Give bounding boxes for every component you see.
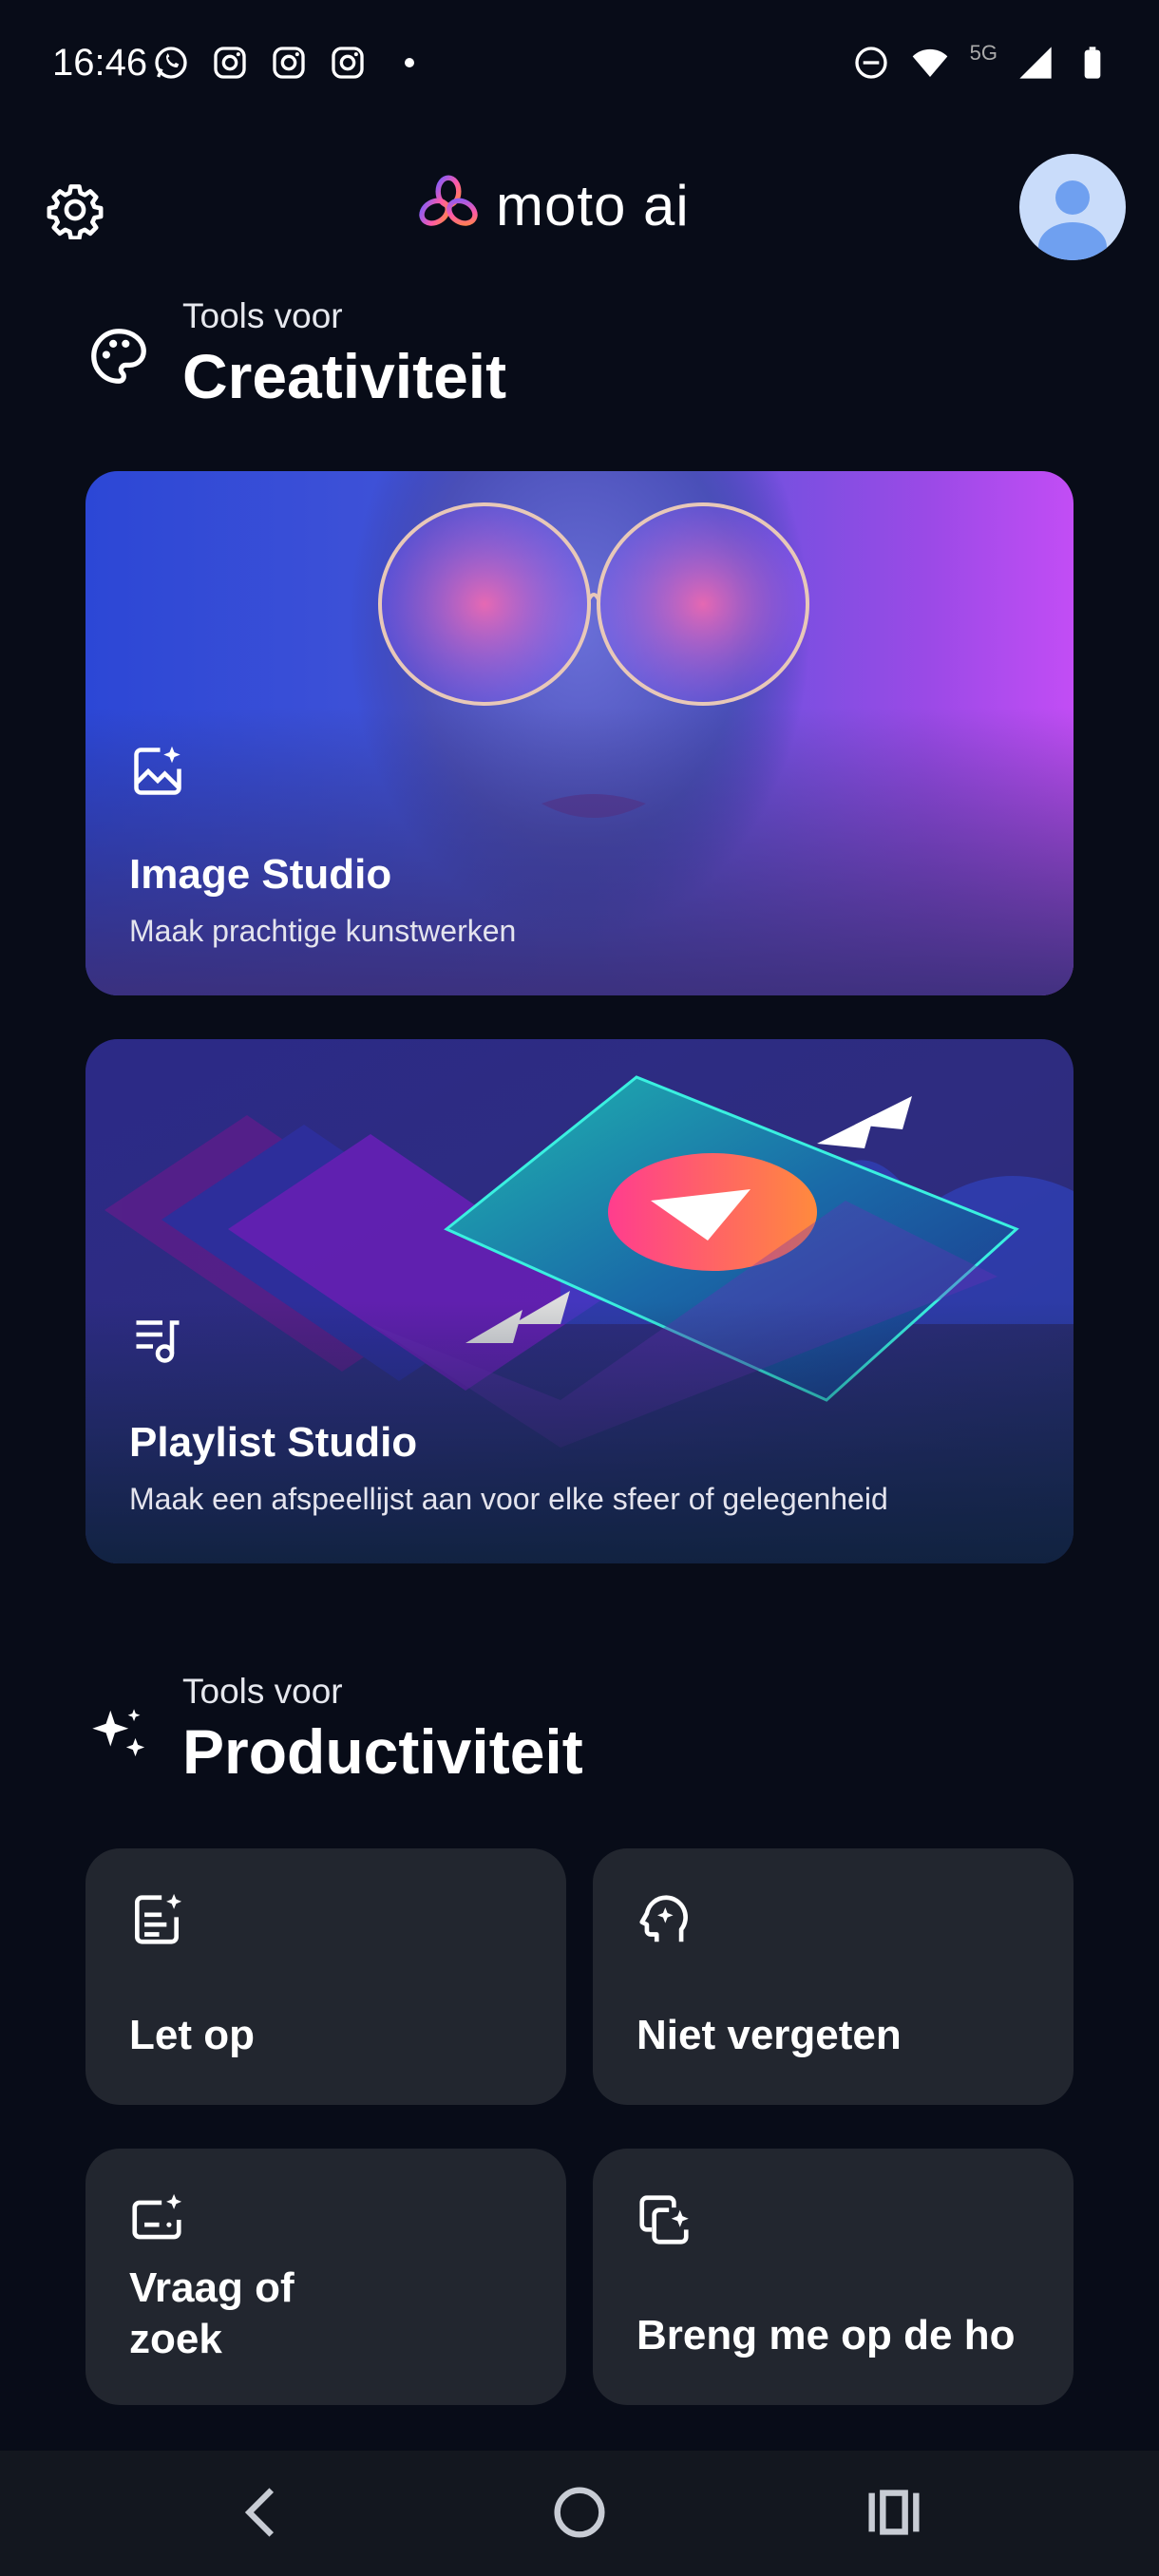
home-icon[interactable] (546, 2479, 613, 2546)
moto-ai-logo-icon (419, 175, 478, 226)
back-icon[interactable] (230, 2479, 296, 2546)
playlist-studio-card[interactable]: Playlist Studio Maak een afspeellijst aa… (86, 1039, 1074, 1563)
note-sparkle-icon (135, 1893, 182, 1944)
navigation-bar (0, 2451, 1159, 2576)
section-title: Creativiteit (182, 341, 507, 411)
notification-icons (152, 44, 414, 82)
status-bar: 16:46 5G (0, 0, 1159, 123)
recents-icon[interactable] (861, 2479, 927, 2546)
let-op-tile[interactable]: Let op (86, 1848, 566, 2105)
sparkles-icon (92, 1709, 145, 1757)
card-title: Playlist Studio (129, 1419, 418, 1466)
card-title: Image Studio (129, 851, 392, 898)
image-studio-card[interactable]: Image Studio Maak prachtige kunstwerken (86, 471, 1074, 995)
app-logo: moto ai (414, 171, 690, 239)
creativity-section-header: Tools voor Creativiteit (86, 293, 1074, 416)
tile-label: Let op (129, 2012, 255, 2058)
instagram-icon (273, 47, 305, 79)
section-subtitle: Tools voor (182, 1672, 343, 1711)
screens-sparkle-icon (639, 2195, 689, 2245)
app-name: moto ai (496, 173, 690, 237)
image-sparkle-icon (134, 746, 181, 795)
avatar[interactable] (1019, 154, 1126, 260)
card-description: Maak prachtige kunstwerken (129, 914, 517, 948)
whatsapp-icon (155, 47, 187, 79)
wifi-icon (912, 48, 947, 77)
dot-icon (405, 58, 414, 67)
tile-label: Breng me op de ho (636, 2312, 1016, 2358)
niet-vergeten-tile[interactable]: Niet vergeten (593, 1848, 1074, 2105)
dnd-icon (854, 47, 887, 79)
person-icon (1038, 180, 1107, 260)
system-icons: 5G (852, 41, 1112, 82)
gear-icon[interactable] (46, 180, 104, 239)
section-subtitle: Tools voor (182, 296, 343, 335)
network-type-label: 5G (969, 41, 998, 65)
signal-icon (1019, 47, 1052, 79)
productivity-section-header: Tools voor Productiviteit (86, 1668, 1074, 1801)
card-description: Maak een afspeellijst aan voor elke sfee… (129, 1482, 888, 1516)
head-sparkle-icon (639, 1895, 688, 1942)
palette-icon (91, 329, 146, 384)
tile-label: Vraag of zoek (129, 2264, 294, 2362)
instagram-icon (332, 47, 364, 79)
status-time: 16:46 (52, 42, 148, 84)
breng-me-op-de-hoogte-tile[interactable]: Breng me op de ho (593, 2149, 1074, 2405)
battery-icon (1084, 47, 1101, 79)
tile-label: Niet vergeten (636, 2012, 902, 2058)
playlist-icon (136, 1320, 180, 1363)
section-title: Productiviteit (182, 1716, 583, 1787)
vraag-of-zoek-tile[interactable]: Vraag of zoek (86, 2149, 566, 2405)
ask-sparkle-icon (132, 2193, 182, 2240)
instagram-icon (214, 47, 246, 79)
